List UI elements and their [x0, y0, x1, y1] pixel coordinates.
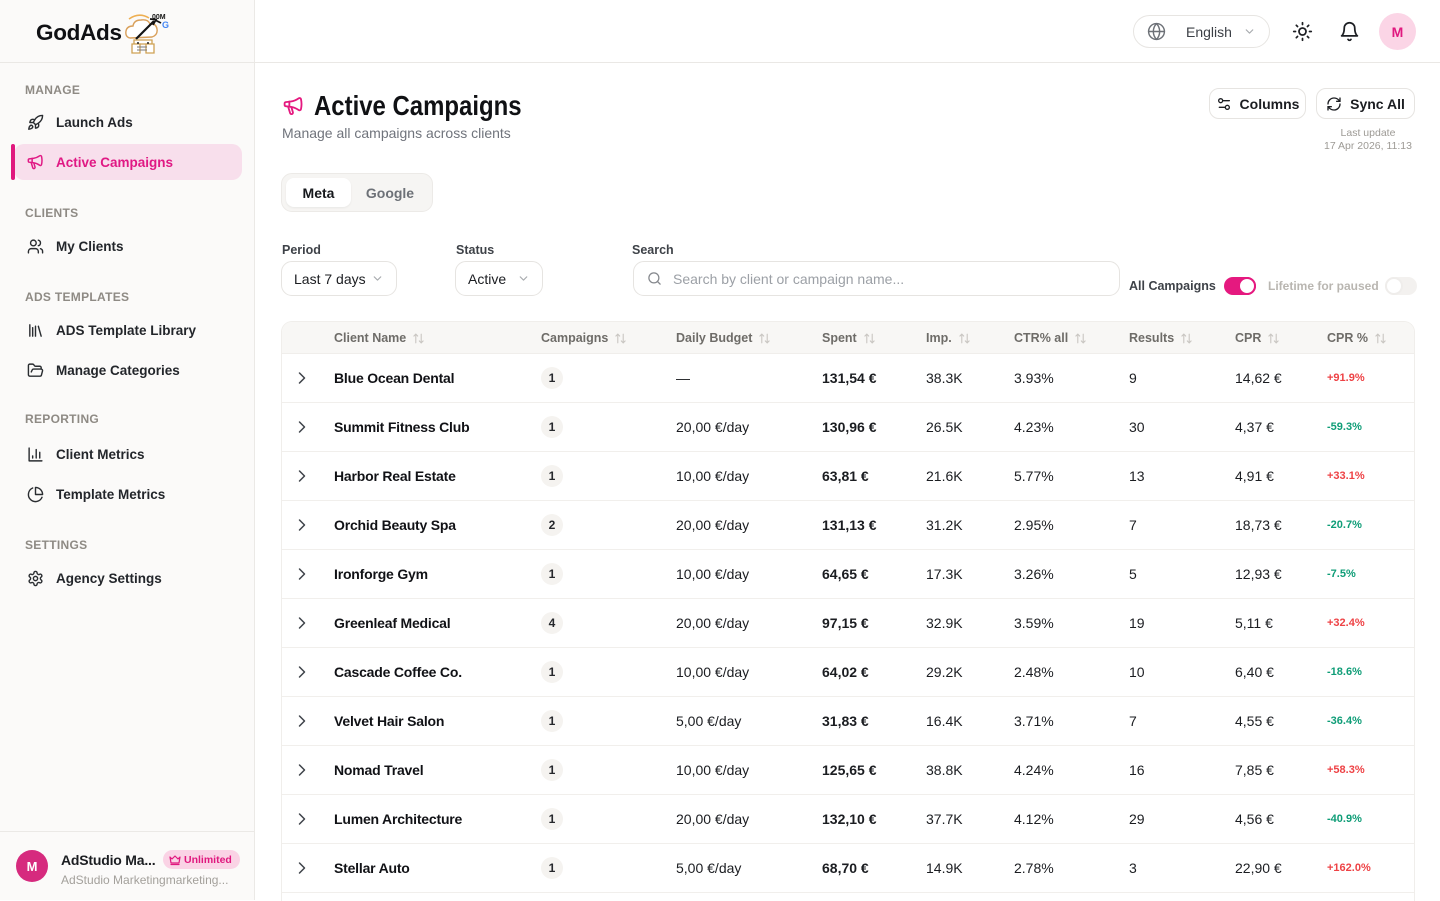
svg-text:G: G [162, 20, 169, 30]
